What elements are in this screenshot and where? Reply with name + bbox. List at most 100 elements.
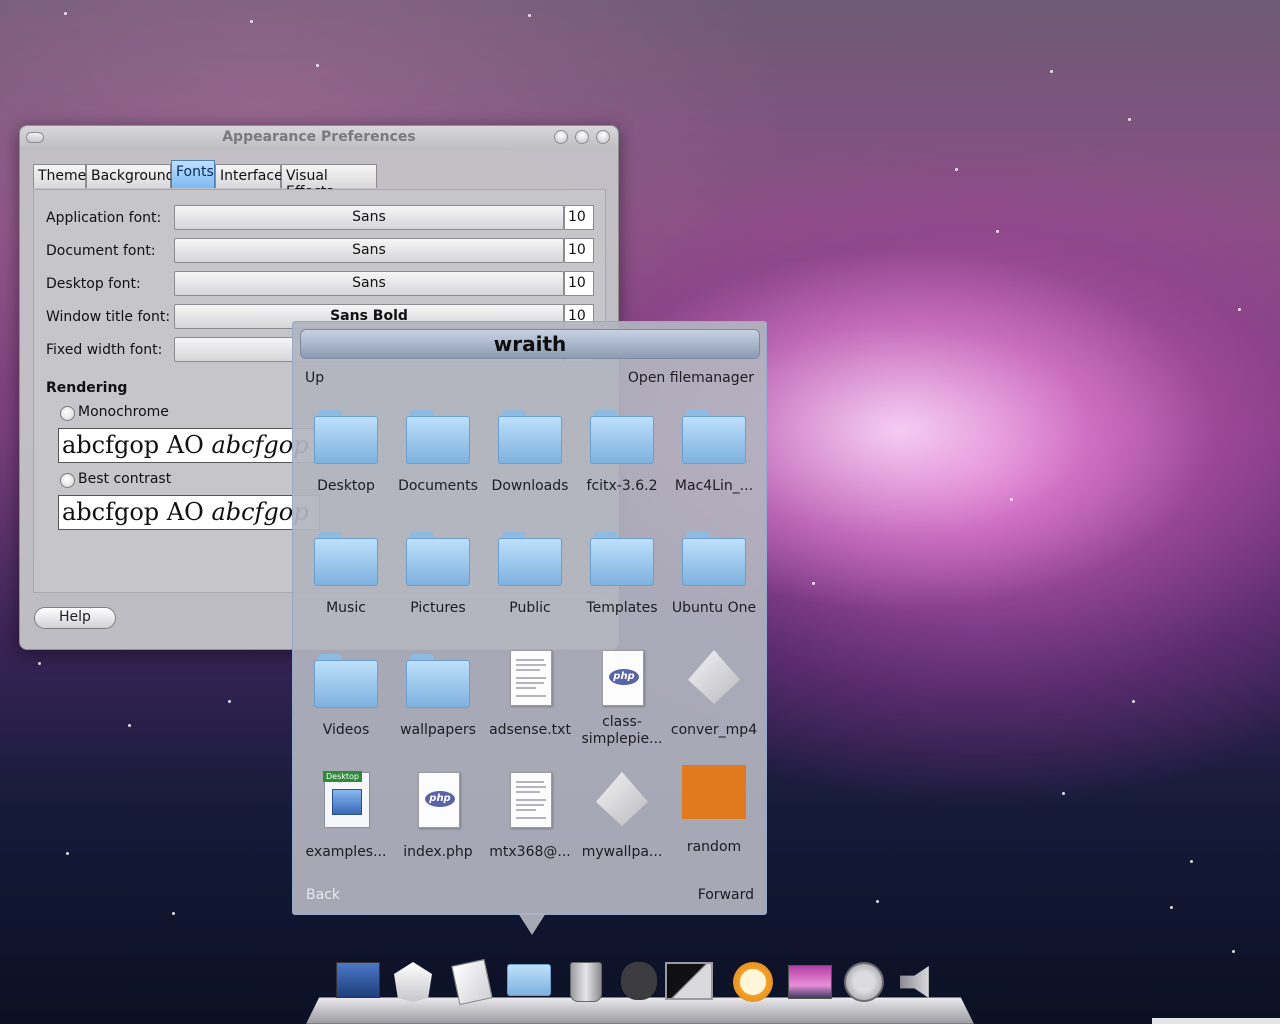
preview-regular-text: abcfgop AO [62,431,212,459]
monochrome-preview: abcfgop AO abcfgop [58,428,320,463]
stack-item-mtx368[interactable]: mtx368@... [484,770,576,888]
stack-item-label: class- simplepie... [581,714,663,747]
speaker-icon[interactable] [896,962,940,1006]
stack-item-wallpapers[interactable]: wallpapers [392,648,484,766]
open-filemanager-link[interactable]: Open filemanager [628,370,754,386]
desktop-file-icon: Desktop [314,770,378,830]
stack-item-music[interactable]: Music [300,526,392,644]
window-title-font-label: Window title font: [46,309,171,325]
stack-item-pictures[interactable]: Pictures [392,526,484,644]
tab-interface[interactable]: Interface [215,164,283,188]
forward-link[interactable]: Forward [698,887,754,903]
stack-item-class-simplepie[interactable]: php class- simplepie... [576,648,668,766]
stack-item-documents[interactable]: Documents [392,404,484,522]
php-file-icon: php [406,770,470,830]
power-icon[interactable] [844,962,888,1006]
php-file-icon: php [590,648,654,708]
monochrome-label[interactable]: Monochrome [78,404,169,420]
stack-item-label: wallpapers [400,722,476,738]
best-contrast-label[interactable]: Best contrast [78,471,171,487]
monochrome-radio[interactable] [60,406,75,421]
text-document-icon [498,648,562,708]
stack-item-label: adsense.txt [489,722,571,738]
terminal-icon[interactable] [665,962,713,1006]
document-font-size[interactable]: 10 [564,238,594,263]
rendering-heading: Rendering [46,380,128,396]
desktop-badge: Desktop [323,771,362,782]
folder-icon [314,528,378,588]
preview-regular-text: abcfgop AO [62,498,212,526]
window-title: Appearance Preferences [222,129,416,145]
maximize-button[interactable] [575,130,589,144]
desktop-font-size[interactable]: 10 [564,271,594,296]
stack-item-fcitx[interactable]: fcitx-3.6.2 [576,404,668,522]
php-badge: php [609,669,639,685]
window-titlebar[interactable]: Appearance Preferences [20,126,618,150]
package-icon[interactable] [391,962,435,1006]
desktop-font-label: Desktop font: [46,276,141,292]
application-font-button[interactable]: Sans [174,205,564,230]
wraith-stack-popup: wraith Up Open filemanager Desktop Docum… [292,321,767,915]
tab-background[interactable]: Background [86,164,175,188]
stack-pointer [518,913,546,935]
stack-item-label: Mac4Lin_... [674,478,754,494]
tab-visual-effects[interactable]: Visual Effects [281,164,377,200]
stack-item-label: Pictures [410,600,466,616]
clock-icon[interactable] [733,962,777,1006]
folder-icon [406,528,470,588]
stack-item-label: Documents [398,478,478,494]
stack-item-desktop[interactable]: Desktop [300,404,392,522]
stack-item-label: mtx368@... [489,844,571,860]
stack-item-label: Music [326,600,366,616]
back-link[interactable]: Back [306,887,340,903]
minimize-button[interactable] [554,130,568,144]
stack-item-index-php[interactable]: php index.php [392,770,484,888]
stack-item-label: random [686,839,742,855]
up-link[interactable]: Up [305,370,324,386]
stack-item-adsense[interactable]: adsense.txt [484,648,576,766]
panel-edge [1152,1018,1280,1024]
folder-icon [406,650,470,710]
stack-item-public[interactable]: Public [484,526,576,644]
close-button[interactable] [596,130,610,144]
stack-item-mac4lin[interactable]: Mac4Lin_... [668,404,760,522]
stack-item-conver-mp4[interactable]: conver_mp4 [668,648,760,766]
application-font-size[interactable]: 10 [564,205,594,230]
stack-item-label: examples... [305,844,387,860]
stack-item-label: Ubuntu One [671,600,757,616]
stack-item-examples[interactable]: Desktop examples... [300,770,392,888]
stack-item-ubuntu-one[interactable]: Ubuntu One [668,526,760,644]
folder-icon [682,406,746,466]
stack-item-label: Templates [586,600,658,616]
tab-fonts[interactable]: Fonts [171,160,215,188]
folder-icon [590,406,654,466]
document-font-button[interactable]: Sans [174,238,564,263]
image-thumbnail-icon [682,765,746,825]
photo-icon[interactable] [788,962,832,1006]
stack-item-label: fcitx-3.6.2 [586,478,658,494]
script-icon [590,770,654,830]
desktop-font-button[interactable]: Sans [174,271,564,296]
stack-item-templates[interactable]: Templates [576,526,668,644]
best-contrast-preview: abcfgop AO abcfgop [58,495,320,530]
folder-icon [590,528,654,588]
folder-icon[interactable] [507,962,551,1006]
help-button[interactable]: Help [34,607,116,629]
stack-item-label: conver_mp4 [670,722,758,738]
php-badge: php [425,791,455,807]
folder-icon [314,406,378,466]
folder-icon [314,650,378,710]
stack-item-random[interactable]: random [668,765,760,888]
desktop-icon[interactable] [336,962,380,1006]
tab-theme[interactable]: Theme [33,164,86,188]
stack-item-label: mywallpa... [581,844,663,860]
cards-icon[interactable] [450,958,494,1006]
stack-item-videos[interactable]: Videos [300,648,392,766]
stack-item-downloads[interactable]: Downloads [484,404,576,522]
stack-item-mywallpa[interactable]: mywallpa... [576,770,668,888]
stack-item-label: Downloads [491,478,569,494]
trash-icon[interactable] [564,962,608,1006]
application-font-label: Application font: [46,210,162,226]
gimp-icon[interactable] [617,962,661,1006]
best-contrast-radio[interactable] [60,473,75,488]
